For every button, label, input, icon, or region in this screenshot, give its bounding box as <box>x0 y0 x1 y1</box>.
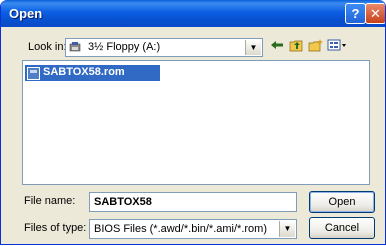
file-name-label: File name: <box>24 195 76 207</box>
open-button[interactable]: Open <box>309 191 375 213</box>
title-bar[interactable]: Open ? ✕ <box>1 0 385 27</box>
up-folder-icon[interactable] <box>288 39 304 55</box>
help-button[interactable]: ? <box>345 3 366 24</box>
open-dialog: Open ? ✕ Look in: 3½ Floppy (A:) ▼ SABTO… <box>0 0 386 245</box>
file-name-value: SABTOX58 <box>94 196 152 208</box>
chevron-down-icon[interactable]: ▼ <box>245 40 261 55</box>
file-name-input[interactable]: SABTOX58 <box>89 192 297 212</box>
chevron-down-icon[interactable]: ▼ <box>279 221 295 237</box>
look-in-label: Look in: <box>28 41 67 53</box>
back-arrow-icon[interactable] <box>269 39 285 55</box>
file-item-name: SABTOX58.rom <box>43 66 125 78</box>
cancel-button[interactable]: Cancel <box>309 217 375 239</box>
files-of-type-dropdown[interactable]: BIOS Files (*.awd/*.bin/*.ami/*.rom) ▼ <box>89 219 297 239</box>
files-of-type-label: Files of type: <box>24 222 87 234</box>
dialog-title: Open <box>9 6 43 21</box>
close-button[interactable]: ✕ <box>365 3 385 24</box>
new-folder-icon[interactable] <box>307 39 323 55</box>
file-list[interactable]: SABTOX58.rom <box>22 60 370 185</box>
views-menu-icon[interactable] <box>327 39 349 55</box>
look-in-dropdown[interactable]: 3½ Floppy (A:) ▼ <box>65 38 263 57</box>
floppy-drive-icon <box>69 41 81 53</box>
files-of-type-value: BIOS Files (*.awd/*.bin/*.ami/*.rom) <box>94 223 267 235</box>
rom-file-icon <box>27 67 40 80</box>
look-in-value: 3½ Floppy (A:) <box>88 41 161 53</box>
file-item-sabtox58[interactable]: SABTOX58.rom <box>25 65 160 81</box>
